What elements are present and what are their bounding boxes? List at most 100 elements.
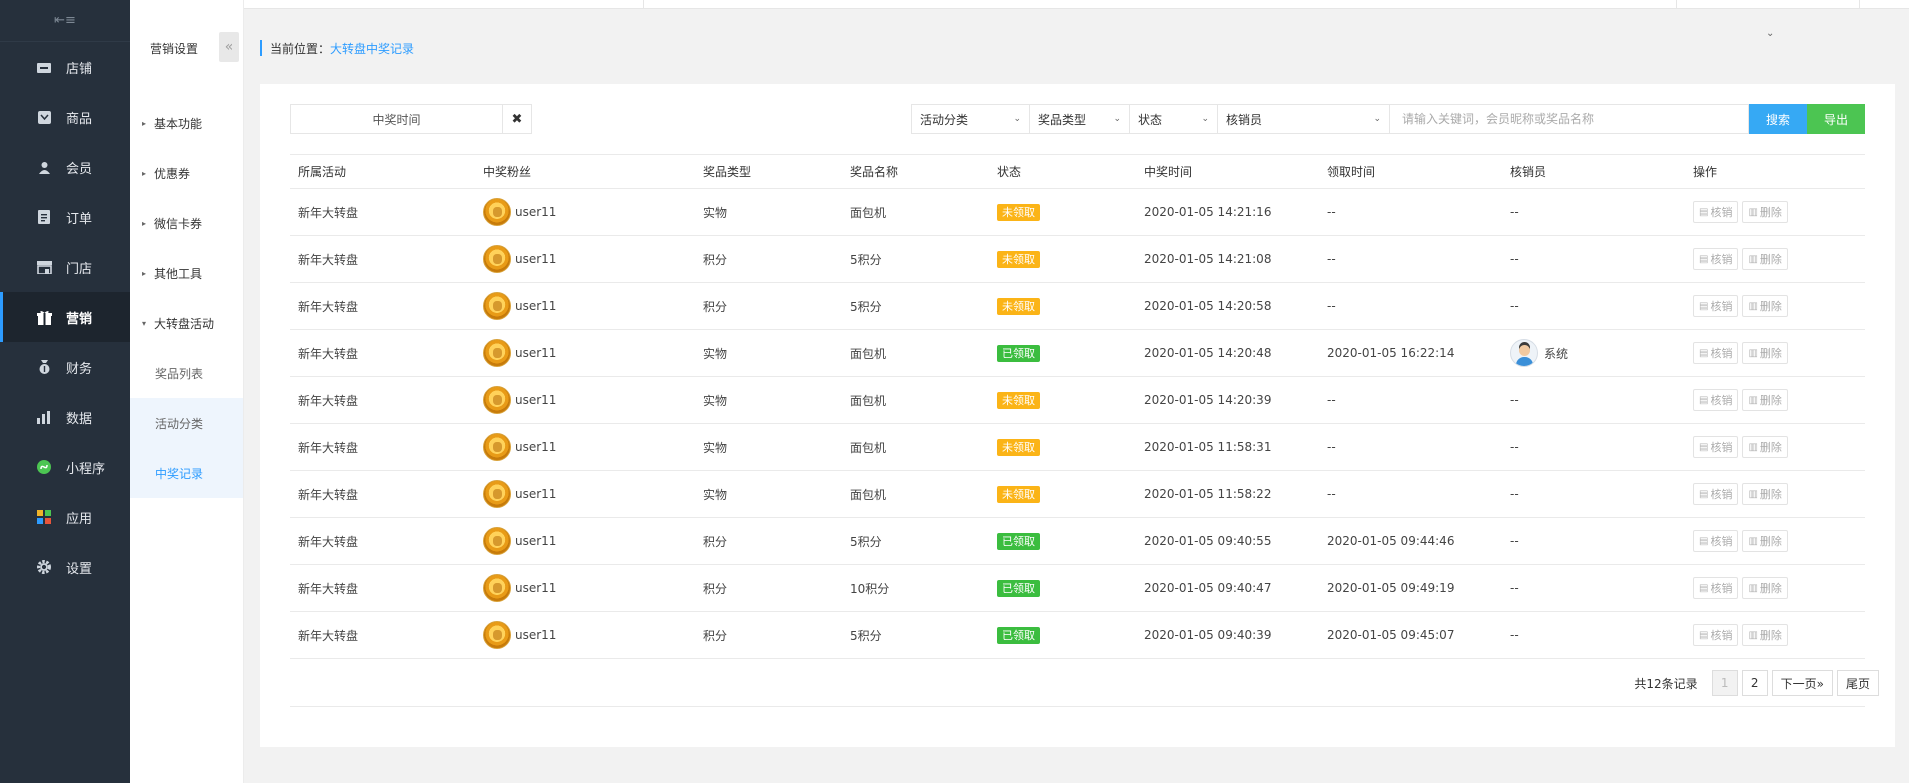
status-badge: 未领取 (997, 438, 1040, 456)
search-button[interactable]: 搜索 (1749, 104, 1807, 134)
cell-win-time: 2020-01-05 09:40:55 (1136, 517, 1319, 565)
submenu-item-coupons[interactable]: ▸ 优惠券 (130, 148, 243, 198)
nav-item[interactable]: 设置 (0, 542, 130, 592)
sidebar-toggle-icon[interactable]: ⇤≡ (0, 0, 130, 42)
cell-claim-time: -- (1319, 188, 1502, 236)
submenu-item-lucky-wheel[interactable]: ▾ 大转盘活动 (130, 298, 243, 348)
nav-item[interactable]: 店铺 (0, 42, 130, 92)
nav-item[interactable]: 财务 (0, 342, 130, 392)
row-actions: ▤ 核销 ▥ 删除 (1693, 483, 1865, 505)
cell-claim-time: 2020-01-05 09:45:07 (1319, 611, 1502, 659)
next-page-button[interactable]: 下一页» (1771, 670, 1833, 696)
submenu-child-win-records[interactable]: 中奖记录 (130, 448, 243, 498)
nav-item[interactable]: 订单 (0, 192, 130, 242)
export-button[interactable]: 导出 (1807, 104, 1865, 134)
cell-win-time: 2020-01-05 14:20:58 (1136, 282, 1319, 330)
delete-button[interactable]: ▥ 删除 (1742, 389, 1788, 411)
delete-button[interactable]: ▥ 删除 (1742, 342, 1788, 364)
page-1-button[interactable]: 1 (1711, 670, 1738, 696)
delete-button[interactable]: ▥ 删除 (1742, 248, 1788, 270)
delete-button[interactable]: ▥ 删除 (1742, 295, 1788, 317)
cell-activity: 新年大转盘 (290, 611, 475, 659)
cell-win-time: 2020-01-05 09:40:47 (1136, 564, 1319, 612)
submenu-item-basic[interactable]: ▸ 基本功能 (130, 98, 243, 148)
verify-button[interactable]: ▤ 核销 (1693, 342, 1739, 364)
delete-button[interactable]: ▥ 删除 (1742, 483, 1788, 505)
nav-item[interactable]: 门店 (0, 242, 130, 292)
verify-label: 核销 (1710, 582, 1733, 595)
cell-prize-name: 5积分 (842, 282, 989, 330)
top-divider (643, 0, 644, 9)
nav-item-label: 财务 (66, 361, 93, 377)
cell-status: 未领取 (989, 188, 1136, 236)
win-time-field[interactable]: 中奖时间 (291, 105, 503, 133)
nav-item[interactable]: 营销 (0, 292, 130, 342)
fan-info: user11 (483, 480, 695, 508)
pagination: 共12条记录 1 2 下一页» 尾页 (1634, 670, 1879, 696)
page-2-button[interactable]: 2 (1741, 670, 1768, 696)
delete-button[interactable]: ▥ 删除 (1742, 530, 1788, 552)
nav-item[interactable]: 会员 (0, 142, 130, 192)
cell-activity: 新年大转盘 (290, 423, 475, 471)
cell-claim-time: 2020-01-05 09:44:46 (1319, 517, 1502, 565)
submenu-child-activity-category[interactable]: 活动分类 (130, 398, 243, 448)
status-badge: 已领取 (997, 532, 1040, 550)
col-header-status: 状态 (989, 154, 1136, 189)
user-menu-chevron-icon[interactable]: ⌄ (1766, 28, 1774, 39)
verify-label: 核销 (1710, 206, 1733, 219)
breadcrumb-current-link[interactable]: 大转盘中奖记录 (330, 40, 414, 57)
verify-button[interactable]: ▤ 核销 (1693, 389, 1739, 411)
delete-label: 删除 (1759, 441, 1782, 454)
nav-item[interactable]: 应用 (0, 492, 130, 542)
cell-fan: user11 (475, 423, 695, 471)
delete-button[interactable]: ▥ 删除 (1742, 436, 1788, 458)
cell-prize-name: 5积分 (842, 517, 989, 565)
prize-type-select[interactable]: 奖品类型 ⌄ (1029, 104, 1129, 134)
search-input[interactable] (1389, 104, 1749, 134)
submenu-child-prize-list[interactable]: 奖品列表 (130, 348, 243, 398)
verify-label: 核销 (1710, 441, 1733, 454)
trash-icon: ▥ (1748, 347, 1758, 359)
verifier-select[interactable]: 核销员 ⌄ (1217, 104, 1389, 134)
top-divider (1676, 0, 1677, 9)
cell-activity: 新年大转盘 (290, 517, 475, 565)
activity-category-select[interactable]: 活动分类 ⌄ (911, 104, 1029, 134)
verify-button[interactable]: ▤ 核销 (1693, 201, 1739, 223)
fan-info: user11 (483, 292, 695, 320)
nav-item[interactable]: 商品 (0, 92, 130, 142)
last-page-button[interactable]: 尾页 (1836, 670, 1879, 696)
verify-button[interactable]: ▤ 核销 (1693, 577, 1739, 599)
cell-claim-time: -- (1319, 423, 1502, 471)
cell-activity: 新年大转盘 (290, 235, 475, 283)
submenu-item-other-tools[interactable]: ▸ 其他工具 (130, 248, 243, 298)
clear-date-icon[interactable]: ✖ (503, 105, 531, 133)
delete-label: 删除 (1759, 347, 1782, 360)
cell-fan: user11 (475, 188, 695, 236)
chevron-down-icon: ⌄ (1013, 114, 1021, 124)
delete-button[interactable]: ▥ 删除 (1742, 201, 1788, 223)
table-row: 新年大转盘 user11 积分 5积分 已领取 2020-01-05 09:40:39 20… (290, 611, 1865, 659)
document-icon: ▤ (1699, 629, 1709, 641)
collapse-submenu-icon[interactable]: « (219, 32, 239, 62)
row-actions: ▤ 核销 ▥ 删除 (1693, 342, 1865, 364)
nav-item[interactable]: 小程序 (0, 442, 130, 492)
verify-button[interactable]: ▤ 核销 (1693, 248, 1739, 270)
submenu-item-wechat-cards[interactable]: ▸ 微信卡券 (130, 198, 243, 248)
select-value: 核销员 (1226, 112, 1263, 127)
cell-prize-name: 面包机 (842, 470, 989, 518)
verify-button[interactable]: ▤ 核销 (1693, 436, 1739, 458)
fan-info: user11 (483, 621, 695, 649)
verify-button[interactable]: ▤ 核销 (1693, 624, 1739, 646)
cell-verifier: -- (1502, 611, 1685, 659)
verify-button[interactable]: ▤ 核销 (1693, 483, 1739, 505)
verifier-avatar (1510, 339, 1538, 367)
verify-button[interactable]: ▤ 核销 (1693, 295, 1739, 317)
table-row: 新年大转盘 user11 实物 面包机 未领取 2020-01-05 14:21:16 --… (290, 188, 1865, 236)
status-select[interactable]: 状态 ⌄ (1129, 104, 1217, 134)
delete-button[interactable]: ▥ 删除 (1742, 577, 1788, 599)
cell-actions: ▤ 核销 ▥ 删除 (1685, 235, 1865, 283)
cell-status: 已领取 (989, 329, 1136, 377)
delete-button[interactable]: ▥ 删除 (1742, 624, 1788, 646)
nav-item[interactable]: 数据 (0, 392, 130, 442)
verify-button[interactable]: ▤ 核销 (1693, 530, 1739, 552)
